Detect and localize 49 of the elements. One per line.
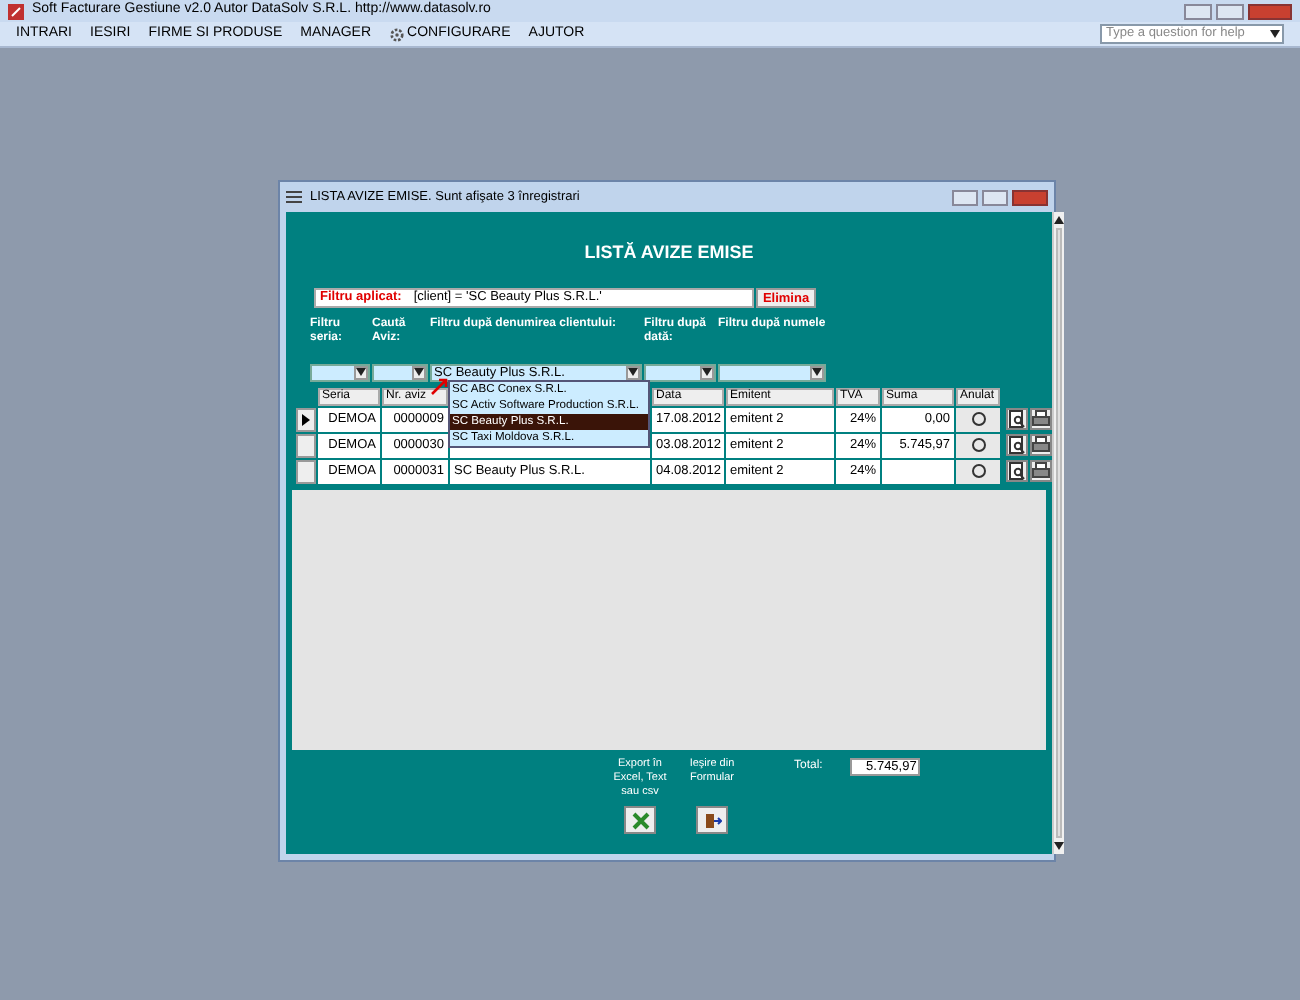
preview-button[interactable] <box>1006 433 1028 455</box>
dropdown-arrow-button[interactable] <box>700 365 714 379</box>
dropdown-arrow-icon <box>356 368 366 376</box>
cancelled-radio[interactable] <box>971 464 985 478</box>
dropdown-arrow-button[interactable] <box>810 365 824 379</box>
preview-icon <box>1008 435 1026 453</box>
dropdown-arrow-icon <box>702 368 712 376</box>
preview-button[interactable] <box>1006 459 1028 481</box>
table-cell <box>882 459 954 483</box>
print-button[interactable] <box>1030 407 1052 429</box>
close-button[interactable] <box>1012 189 1048 205</box>
list-icon <box>286 190 302 204</box>
pointer-arrow-icon <box>430 376 450 396</box>
filter-dropdown[interactable] <box>644 363 716 381</box>
row-selector[interactable] <box>296 407 316 431</box>
door-exit-icon <box>703 811 721 829</box>
print-button[interactable] <box>1030 433 1052 455</box>
dropdown-arrow-icon <box>812 368 822 376</box>
scroll-down-icon <box>1054 842 1064 850</box>
preview-button[interactable] <box>1006 407 1028 429</box>
dropdown-arrow-button[interactable] <box>626 365 640 379</box>
print-button[interactable] <box>1030 459 1052 481</box>
scroll-up-icon <box>1054 216 1064 224</box>
cancelled-radio[interactable] <box>971 412 985 426</box>
exit-button[interactable] <box>696 806 728 834</box>
dropdown-arrow-icon <box>1270 30 1280 38</box>
printer-icon <box>1032 435 1050 453</box>
restore-button[interactable] <box>982 189 1008 205</box>
form-heading: LISTĂ AVIZE EMISE <box>582 240 756 266</box>
preview-icon <box>1008 409 1026 427</box>
cancelled-radio[interactable] <box>971 438 985 452</box>
dropdown-arrow-icon <box>414 368 424 376</box>
printer-icon <box>1032 461 1050 479</box>
filter-dropdown[interactable] <box>310 363 370 381</box>
current-row-icon <box>302 413 310 425</box>
close-button[interactable] <box>1248 3 1292 19</box>
preview-icon <box>1008 461 1026 479</box>
dropdown-arrow-icon <box>628 368 638 376</box>
dropdown-arrow-button[interactable] <box>412 365 426 379</box>
printer-icon <box>1032 409 1050 427</box>
app-icon <box>8 3 24 19</box>
spreadsheet-icon <box>631 811 649 829</box>
minimize-button[interactable] <box>952 189 978 205</box>
export-button[interactable] <box>624 806 656 834</box>
vertical-scrollbar[interactable] <box>1052 212 1064 854</box>
dropdown-arrow-button[interactable] <box>354 365 368 379</box>
maximize-button[interactable] <box>1216 3 1244 19</box>
filter-dropdown[interactable] <box>372 363 428 381</box>
minimize-button[interactable] <box>1184 3 1212 19</box>
